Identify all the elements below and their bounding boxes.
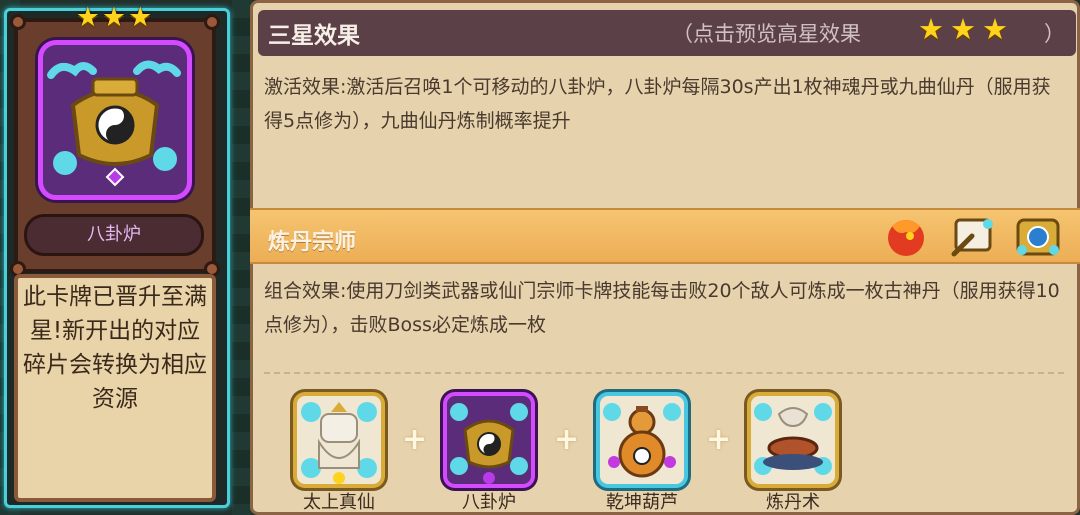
preview-star-icons[interactable]: ★★★ <box>918 12 1014 46</box>
gourd-icon[interactable] <box>596 392 688 488</box>
divider <box>264 372 1064 374</box>
background-strip-middle <box>232 0 252 515</box>
mirror-icon[interactable] <box>1012 210 1064 262</box>
card-star-rating: ★★★ <box>75 2 155 33</box>
scroll-icon[interactable] <box>946 210 998 262</box>
combo-title: 炼丹宗师 <box>268 230 357 255</box>
phoenix-icon[interactable] <box>880 210 932 262</box>
combo-card-label: 太上真仙 <box>303 492 375 513</box>
preview-close-paren: ） <box>1044 22 1065 46</box>
bagua-furnace-icon[interactable] <box>38 40 192 200</box>
plus-icon: + <box>706 422 732 457</box>
plus-icon: + <box>402 422 428 457</box>
preview-high-star-link[interactable]: （点击预览高星效果 <box>672 18 861 48</box>
card-name-plate: 八卦炉 <box>24 214 204 256</box>
immortal-icon[interactable] <box>293 392 385 488</box>
plus-icon: + <box>554 422 580 457</box>
bagua-furnace-icon[interactable] <box>443 392 535 488</box>
combo-card-label: 八卦炉 <box>462 492 516 513</box>
combo-card-label: 炼丹术 <box>766 492 820 513</box>
card-max-star-notice: 此卡牌已晋升至满星!新开出的对应碎片会转换为相应资源 <box>14 274 216 502</box>
star-effect-header: 三星效果 （点击预览高星效果 ★★★ ） <box>258 10 1076 56</box>
star-effect-title: 三星效果 <box>268 23 360 49</box>
card-notice-text: 此卡牌已晋升至满星!新开出的对应碎片会转换为相应资源 <box>23 284 207 412</box>
alchemy-icon[interactable] <box>747 392 839 488</box>
combo-effect-text: 组合效果:使用刀剑类武器或仙门宗师卡牌技能每击败20个敌人可炼成一枚古神丹（服用… <box>264 280 1060 336</box>
combo-card-label: 乾坤葫芦 <box>606 492 678 513</box>
activation-effect-text: 激活效果:激活后召唤1个可移动的八卦炉，八卦炉每隔30s产出1枚神魂丹或九曲仙丹… <box>264 76 1051 132</box>
